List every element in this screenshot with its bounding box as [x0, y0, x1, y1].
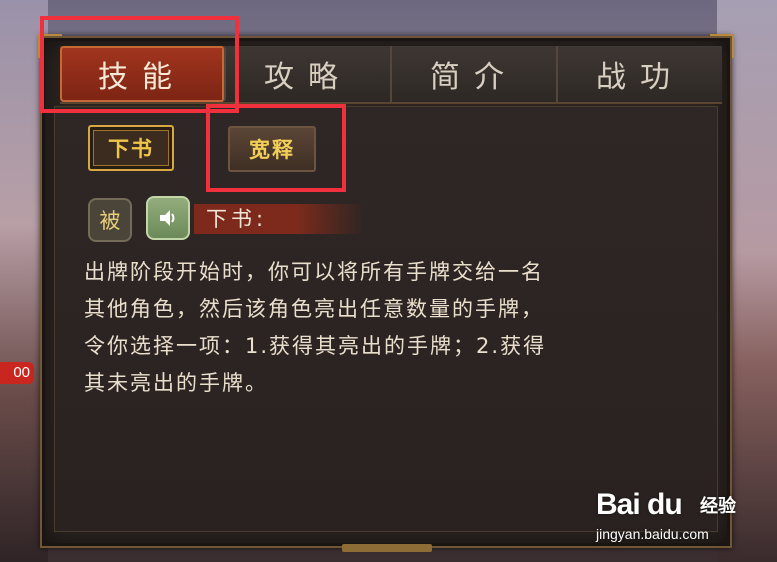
skill-title: 下书:: [206, 207, 268, 231]
skill-button-xiashu[interactable]: 下书: [88, 125, 174, 171]
background-counter-badge: 00: [0, 362, 34, 384]
speaker-icon[interactable]: [146, 196, 190, 240]
watermark-logo: Bai du: [596, 488, 683, 521]
highlight-box-skills-tab: [40, 16, 239, 113]
watermark-url: jingyan.baidu.com: [596, 526, 709, 542]
tab-intro[interactable]: 简介: [392, 46, 558, 102]
passive-skill-badge: 被: [88, 198, 132, 242]
skill-description: 出牌阶段开始时，你可以将所有手牌交给一名 其他角色，然后该角色亮出任意数量的手牌…: [84, 260, 547, 395]
tab-strategy[interactable]: 攻略: [226, 46, 392, 102]
watermark-sub: 经验: [700, 496, 736, 517]
speaker-glyph-icon: [160, 210, 175, 226]
bottom-ornament: [342, 544, 432, 552]
highlight-box-kuanshi-button: [206, 104, 346, 192]
tab-achievements[interactable]: 战功: [558, 46, 722, 102]
